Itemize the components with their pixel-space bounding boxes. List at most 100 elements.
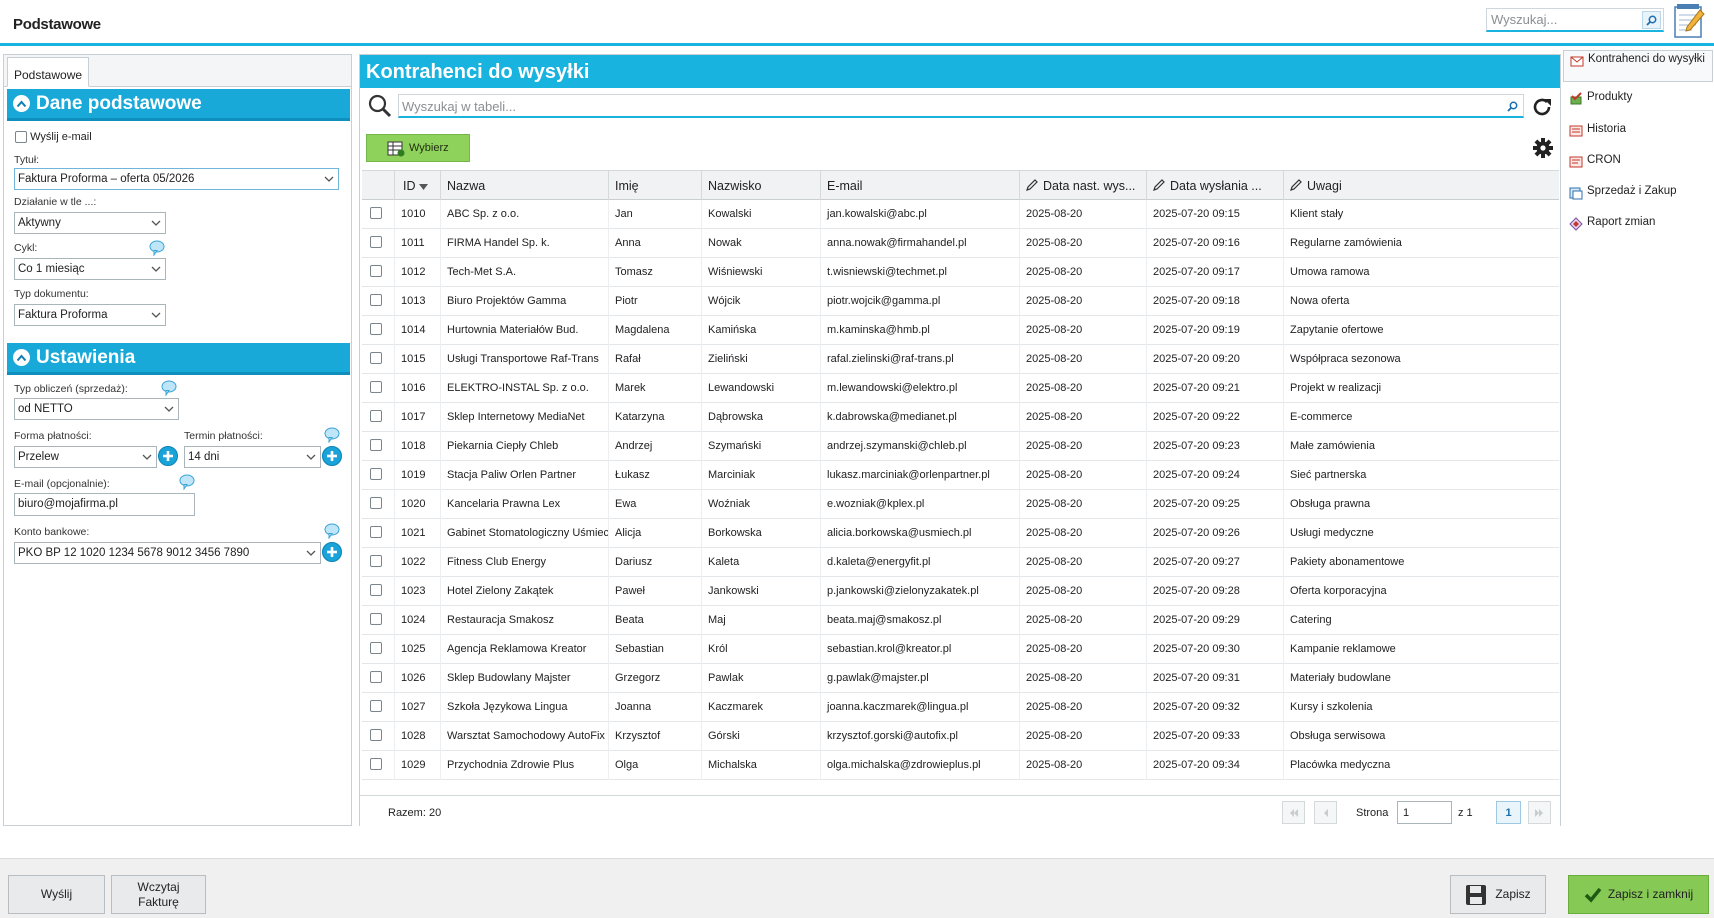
header-next-send[interactable]: Data nast. wys...: [1020, 171, 1147, 200]
row-checkbox-cell[interactable]: [362, 548, 395, 577]
row-checkbox-cell[interactable]: [362, 200, 395, 229]
row-checkbox[interactable]: [370, 729, 382, 742]
row-checkbox-cell[interactable]: [362, 635, 395, 664]
row-checkbox[interactable]: [370, 236, 382, 249]
prev-page-button[interactable]: [1314, 801, 1337, 824]
table-row[interactable]: 1020 Kancelaria Prawna Lex Ewa Woźniak e.woz…: [362, 490, 1559, 519]
row-checkbox-cell[interactable]: [362, 316, 395, 345]
nav-item-raport-zmian[interactable]: Raport zmian: [1563, 216, 1713, 231]
refresh-icon[interactable]: [1530, 95, 1554, 119]
row-checkbox-cell[interactable]: [362, 577, 395, 606]
send-email-checkbox[interactable]: [15, 131, 27, 144]
table-row[interactable]: 1028 Warsztat Samochodowy AutoFix Krzyszto…: [362, 722, 1559, 751]
table-row[interactable]: 1023 Hotel Zielony Zakątek Paweł Jankowski p…: [362, 577, 1559, 606]
help-bubble-icon[interactable]: [324, 427, 340, 443]
nav-item-sprzedaz-zakup[interactable]: Sprzedaż i Zakup: [1563, 185, 1713, 200]
add-payment-term-button[interactable]: [322, 446, 342, 466]
row-checkbox-cell[interactable]: [362, 345, 395, 374]
help-bubble-icon[interactable]: [149, 240, 165, 256]
row-checkbox[interactable]: [370, 352, 382, 365]
row-checkbox[interactable]: [370, 381, 382, 394]
row-checkbox-cell[interactable]: [362, 693, 395, 722]
send-email-checkbox-row[interactable]: Wyślij e-mail: [15, 131, 92, 144]
search-icon[interactable]: [1642, 11, 1661, 29]
table-row[interactable]: 1027 Szkoła Językowa Lingua Joanna Kaczmare…: [362, 693, 1559, 722]
row-checkbox-cell[interactable]: [362, 751, 395, 780]
table-row[interactable]: 1016 ELEKTRO-INSTAL Sp. z o.o. Marek Lewand…: [362, 374, 1559, 403]
background-select[interactable]: Aktywny: [14, 212, 166, 234]
table-row[interactable]: 1029 Przychodnia Zdrowie Plus Olga Michalsk…: [362, 751, 1559, 780]
chevron-up-icon[interactable]: [13, 349, 30, 366]
help-bubble-icon[interactable]: [324, 523, 340, 539]
table-row[interactable]: 1015 Usługi Transportowe Raf-Trans Rafał Zi…: [362, 345, 1559, 374]
row-checkbox-cell[interactable]: [362, 258, 395, 287]
global-search-input[interactable]: [1487, 9, 1637, 30]
header-first-name[interactable]: Imię: [609, 171, 702, 200]
header-sent-date[interactable]: Data wysłania ...: [1147, 171, 1284, 200]
table-row[interactable]: 1025 Agencja Reklamowa Kreator Sebastian Kr…: [362, 635, 1559, 664]
row-checkbox[interactable]: [370, 613, 382, 626]
header-notes[interactable]: Uwagi: [1284, 171, 1559, 200]
calc-type-select[interactable]: od NETTO: [14, 398, 179, 420]
bank-select[interactable]: PKO BP 12 1020 1234 5678 9012 3456 7890: [14, 542, 321, 564]
row-checkbox-cell[interactable]: [362, 229, 395, 258]
header-last-name[interactable]: Nazwisko: [702, 171, 821, 200]
header-email[interactable]: E-mail: [821, 171, 1020, 200]
row-checkbox[interactable]: [370, 294, 382, 307]
table-row[interactable]: 1026 Sklep Budowlany Majster Grzegorz Pawla…: [362, 664, 1559, 693]
table-row[interactable]: 1021 Gabinet Stomatologiczny Uśmiech Alicj…: [362, 519, 1559, 548]
help-bubble-icon[interactable]: [161, 380, 177, 396]
row-checkbox-cell[interactable]: [362, 403, 395, 432]
tab-podstawowe[interactable]: Podstawowe: [7, 57, 90, 87]
table-row[interactable]: 1013 Biuro Projektów Gamma Piotr Wójcik piot…: [362, 287, 1559, 316]
row-checkbox[interactable]: [370, 671, 382, 684]
send-button[interactable]: Wyślij: [8, 875, 105, 914]
row-checkbox-cell[interactable]: [362, 490, 395, 519]
row-checkbox[interactable]: [370, 497, 382, 510]
doc-type-select[interactable]: Faktura Proforma: [14, 304, 166, 326]
nav-item-produkty[interactable]: Produkty: [1563, 91, 1713, 106]
page-1-button[interactable]: 1: [1496, 801, 1521, 824]
add-bank-account-button[interactable]: [322, 542, 342, 562]
help-bubble-icon[interactable]: [179, 474, 195, 490]
row-checkbox-cell[interactable]: [362, 606, 395, 635]
row-checkbox[interactable]: [370, 642, 382, 655]
row-checkbox-cell[interactable]: [362, 519, 395, 548]
row-checkbox[interactable]: [370, 265, 382, 278]
row-checkbox[interactable]: [370, 700, 382, 713]
row-checkbox[interactable]: [370, 439, 382, 452]
row-checkbox[interactable]: [370, 584, 382, 597]
nav-item-kontrahenci[interactable]: Kontrahenci do wysyłki: [1563, 50, 1713, 82]
table-row[interactable]: 1012 Tech-Met S.A. Tomasz Wiśniewski t.wisni…: [362, 258, 1559, 287]
title-select[interactable]: Faktura Proforma – oferta 05/2026: [14, 168, 339, 190]
search-icon[interactable]: [367, 93, 393, 119]
header-id[interactable]: ID: [395, 171, 441, 200]
save-and-close-button[interactable]: Zapisz i zamknij: [1568, 875, 1709, 914]
gear-icon[interactable]: [1532, 137, 1554, 159]
notepad-edit-icon[interactable]: [1671, 1, 1707, 41]
last-page-button[interactable]: [1528, 801, 1551, 824]
row-checkbox-cell[interactable]: [362, 664, 395, 693]
table-row[interactable]: 1018 Piekarnia Ciepły Chleb Andrzej Szymańs…: [362, 432, 1559, 461]
table-row[interactable]: 1022 Fitness Club Energy Dariusz Kaleta d.ka…: [362, 548, 1559, 577]
header-name[interactable]: Nazwa: [441, 171, 609, 200]
table-row[interactable]: 1017 Sklep Internetowy MediaNet Katarzyna D…: [362, 403, 1559, 432]
select-button[interactable]: Wybierz: [366, 134, 470, 162]
header-select-all[interactable]: [362, 171, 395, 200]
add-payment-form-button[interactable]: [158, 446, 178, 466]
nav-item-cron[interactable]: CRON: [1563, 154, 1713, 169]
page-number-input[interactable]: 1: [1397, 801, 1452, 824]
row-checkbox-cell[interactable]: [362, 374, 395, 403]
row-checkbox-cell[interactable]: [362, 432, 395, 461]
search-icon[interactable]: [1507, 101, 1518, 112]
email-opt-input[interactable]: biuro@mojafirma.pl: [14, 493, 195, 516]
table-row[interactable]: 1019 Stacja Paliw Orlen Partner Łukasz Marc…: [362, 461, 1559, 490]
row-checkbox[interactable]: [370, 323, 382, 336]
load-invoice-button[interactable]: Wczytaj Fakturę: [111, 875, 206, 914]
save-button[interactable]: Zapisz: [1450, 875, 1546, 914]
table-row[interactable]: 1014 Hurtownia Materiałów Bud. Magdalena Ka…: [362, 316, 1559, 345]
row-checkbox[interactable]: [370, 410, 382, 423]
row-checkbox[interactable]: [370, 555, 382, 568]
row-checkbox[interactable]: [370, 526, 382, 539]
table-row[interactable]: 1024 Restauracja Smakosz Beata Maj beata.maj…: [362, 606, 1559, 635]
